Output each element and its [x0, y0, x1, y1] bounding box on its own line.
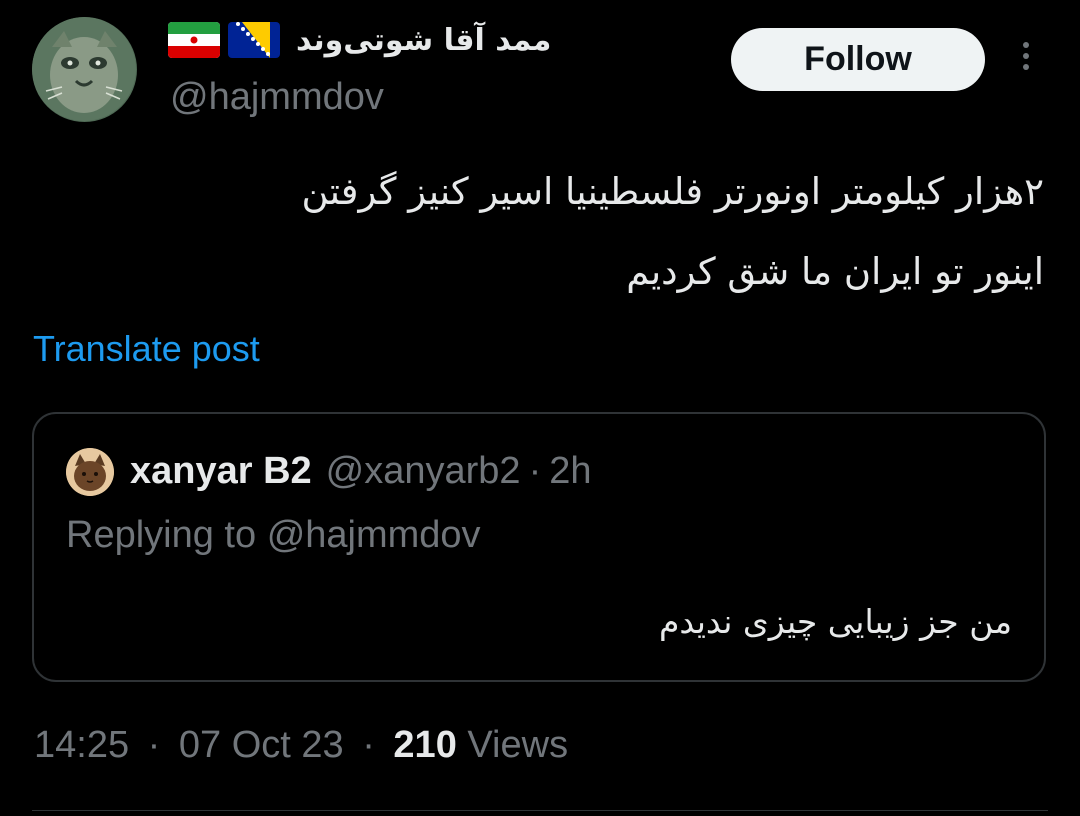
more-vertical-icon[interactable]	[1014, 42, 1038, 78]
author-display-name[interactable]: ممد آقا شوتی‌وند	[296, 23, 551, 58]
post-text: ۲هزار کیلومتر اونورتر فلسطینیا اسیر کنیز…	[34, 152, 1044, 312]
post-date[interactable]: 07 Oct 23	[179, 724, 344, 766]
post-text-line-1: ۲هزار کیلومتر اونورتر فلسطینیا اسیر کنیز…	[301, 170, 1044, 213]
post-time[interactable]: 14:25	[34, 724, 129, 766]
post-text-line-2: اینور تو ایران ما شق کردیم	[626, 250, 1044, 293]
quoted-replying-to: Replying to @hajmmdov	[66, 514, 481, 557]
quoted-timestamp: 2h	[549, 449, 592, 492]
follow-button[interactable]: Follow	[731, 28, 985, 91]
author-avatar[interactable]	[32, 17, 137, 122]
post-meta: 14:25 · 07 Oct 23 · 210 Views	[34, 724, 568, 767]
quoted-post[interactable]: xanyar B2 @xanyarb2 · 2h Replying to @ha…	[32, 412, 1046, 682]
replying-mention: @hajmmdov	[266, 514, 481, 556]
author-name-row: ممد آقا شوتی‌وند	[168, 16, 588, 64]
translate-post-link[interactable]: Translate post	[33, 328, 260, 370]
views-label: Views	[467, 724, 569, 766]
bosnia-flag-icon	[228, 22, 280, 58]
quoted-post-header: xanyar B2 @xanyarb2 · 2h	[130, 446, 592, 496]
replying-prefix: Replying to	[66, 514, 257, 556]
divider	[32, 810, 1048, 811]
iran-flag-icon	[168, 22, 220, 58]
meta-separator: ·	[147, 724, 161, 766]
quoted-separator: ·	[528, 449, 542, 492]
quoted-post-text: من جز زیبایی چیزی ندیدم	[658, 602, 1012, 641]
author-handle[interactable]: @hajmmdov	[170, 76, 384, 119]
quoted-author-name: xanyar B2	[130, 449, 312, 492]
quoted-author-avatar[interactable]	[66, 448, 114, 496]
meta-separator: ·	[362, 724, 375, 766]
quoted-author-handle: @xanyarb2	[325, 449, 521, 492]
views-count: 210	[393, 724, 457, 766]
